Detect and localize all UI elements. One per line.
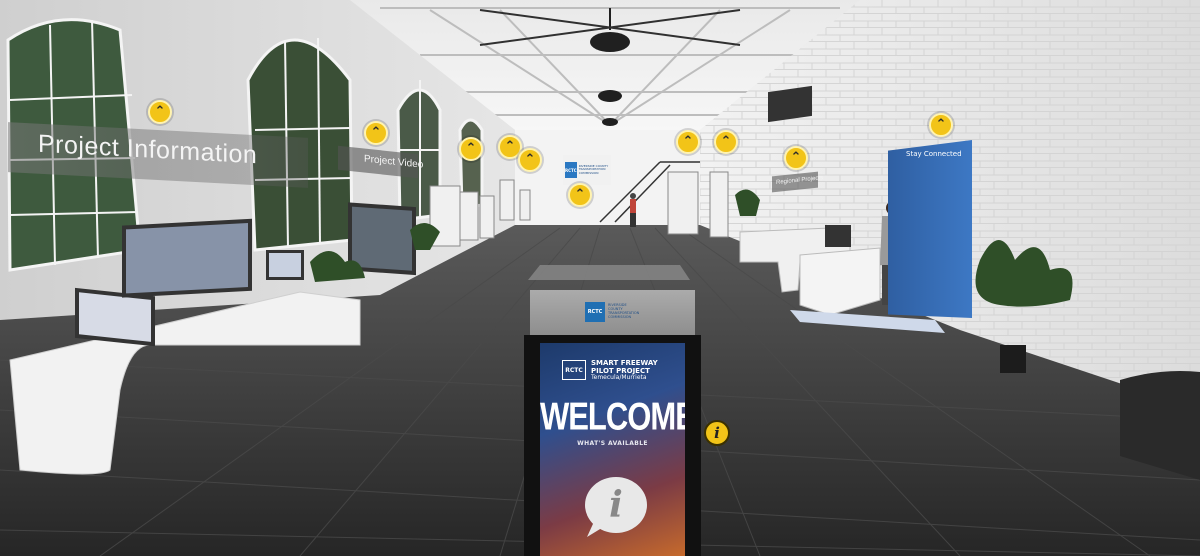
kiosk-logo: RCTC RIVERSIDE COUNTY TRANSPORTATION COM… — [585, 298, 640, 326]
hotspot-regional-projects[interactable]: ⌃ — [784, 146, 808, 170]
chevron-up-icon: ⌃ — [154, 103, 166, 119]
walking-visitor — [630, 193, 636, 227]
hotspot-back-wall[interactable]: ⌃ — [568, 183, 592, 207]
chevron-up-icon: ⌃ — [574, 186, 586, 202]
welcome-kiosk[interactable]: RCTC RIVERSIDE COUNTY TRANSPORTATION COM… — [524, 290, 701, 556]
hotspot-right-display-2[interactable]: ⌃ — [714, 130, 738, 154]
kiosk-org-name: RIVERSIDE COUNTY TRANSPORTATION COMMISSI… — [608, 303, 640, 319]
virtual-hall-scene[interactable]: Project Information Project Video Region… — [0, 0, 1200, 556]
welcome-heading: WELCOME — [540, 394, 685, 439]
chevron-up-icon: ⌃ — [465, 140, 477, 156]
kiosk-screen[interactable]: RCTC SMART FREEWAY PILOT PROJECT Temecul… — [540, 343, 685, 556]
stay-connected-panel[interactable]: Stay Connected — [888, 140, 972, 318]
kiosk-brand: RCTC SMART FREEWAY PILOT PROJECT Temecul… — [562, 359, 658, 382]
rctc-banner: RCTC RIVERSIDE COUNTY TRANSPORTATION COM… — [563, 155, 611, 185]
rctc-logo-icon: RCTC — [565, 162, 577, 178]
hotspot-left-display-1[interactable]: ⌃ — [459, 137, 483, 161]
chevron-up-icon: ⌃ — [935, 116, 947, 132]
brand-line-3: Temecula/Murrieta — [591, 374, 647, 382]
hotspot-project-information[interactable]: ⌃ — [148, 100, 172, 124]
info-icon: i — [609, 484, 623, 526]
info-hotspot[interactable]: i — [704, 420, 730, 446]
chevron-up-icon: ⌃ — [682, 133, 694, 149]
hotspot-left-display-3[interactable]: ⌃ — [518, 148, 542, 172]
chevron-up-icon: ⌃ — [524, 151, 536, 167]
chevron-up-icon: ⌃ — [720, 133, 732, 149]
chevron-up-icon: ⌃ — [370, 124, 382, 140]
info-icon: i — [714, 424, 720, 442]
rctc-logo-icon: RCTC — [585, 302, 605, 322]
hotspot-right-display-1[interactable]: ⌃ — [676, 130, 700, 154]
rctc-logo-icon: RCTC — [562, 360, 586, 381]
whats-available-label: WHAT'S AVAILABLE — [577, 440, 648, 447]
rctc-org-name: RIVERSIDE COUNTY TRANSPORTATION COMMISSI… — [578, 164, 609, 175]
kiosk-header: RCTC RIVERSIDE COUNTY TRANSPORTATION COM… — [530, 290, 695, 335]
hotspot-stay-connected[interactable]: ⌃ — [929, 113, 953, 137]
chevron-up-icon: ⌃ — [790, 149, 802, 165]
hotspot-project-video[interactable]: ⌃ — [364, 121, 388, 145]
brand-line-1: SMART FREEWAY — [591, 359, 658, 367]
info-bubble-icon[interactable]: i — [585, 477, 647, 537]
chevron-up-icon: ⌃ — [504, 138, 516, 154]
stay-connected-label: Stay Connected — [906, 150, 962, 158]
